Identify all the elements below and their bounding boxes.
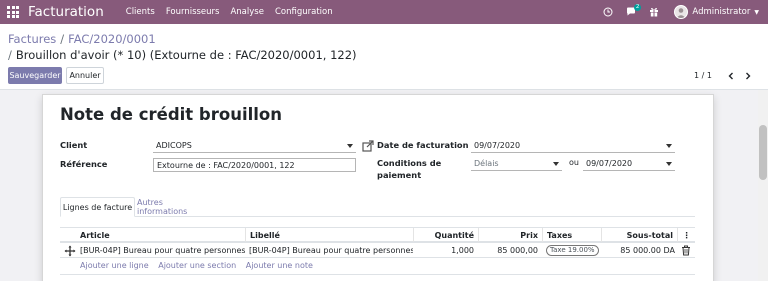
top-navbar: Facturation Clients Fournisseurs Analyse… (0, 0, 768, 24)
add-line-actions: Ajouter une ligne Ajouter une section Aj… (80, 261, 320, 270)
row-label[interactable]: [BUR-04P] Bureau pour quatre personnes (249, 243, 413, 258)
control-panel: Factures / FAC/2020/0001 /Brouillon d'avoi… (0, 24, 768, 90)
breadcrumb-separator: / (8, 48, 12, 62)
row-price[interactable]: 85 000,00 (478, 243, 542, 258)
page-title: Note de crédit brouillon (60, 105, 283, 124)
menu-configuration[interactable]: Configuration (275, 7, 333, 17)
breadcrumb-factures[interactable]: Factures (8, 32, 56, 46)
add-section-link[interactable]: Ajouter une section (158, 261, 236, 270)
col-quantity[interactable]: Quantité (413, 228, 478, 242)
pager-value[interactable]: 1 / 1 (694, 71, 712, 80)
save-button[interactable]: Sauvegarder (8, 67, 62, 84)
col-subtotal[interactable]: Sous-total (601, 228, 677, 242)
col-price[interactable]: Prix (478, 228, 542, 242)
col-taxes[interactable]: Taxes (542, 228, 601, 242)
breadcrumb-invoice[interactable]: FAC/2020/0001 (68, 32, 156, 46)
payment-terms-label: Conditions de paiement (377, 158, 442, 180)
apps-grid-icon[interactable] (7, 6, 20, 19)
tab-invoice-lines[interactable]: Lignes de facture (60, 197, 135, 217)
due-date-field[interactable]: 09/07/2020 (583, 157, 675, 171)
reference-label: Référence (60, 159, 108, 169)
menu-analyse[interactable]: Analyse (230, 7, 263, 17)
col-label[interactable]: Libellé (245, 228, 413, 242)
chat-icon[interactable]: 2 (621, 0, 642, 24)
lines-table-header: Article Libellé Quantité Prix Taxes Sous… (60, 227, 695, 243)
col-article[interactable]: Article (76, 228, 245, 242)
breadcrumb: Factures / FAC/2020/0001 (8, 32, 156, 46)
user-name[interactable]: Administrator (692, 7, 750, 17)
row-quantity[interactable]: 1,000 (413, 243, 478, 258)
payment-terms-field[interactable]: Délais (471, 157, 562, 171)
add-line-link[interactable]: Ajouter une ligne (80, 261, 149, 270)
invoice-date-field[interactable]: 09/07/2020 (471, 139, 675, 153)
trash-icon[interactable] (681, 245, 691, 256)
app-brand[interactable]: Facturation (28, 4, 104, 20)
menu-clients[interactable]: Clients (126, 7, 155, 17)
chat-badge: 2 (633, 4, 642, 11)
row-subtotal: 85 000.00 DA (620, 246, 675, 255)
tab-other-info[interactable]: Autres informations (137, 197, 213, 217)
form-view: Note de crédit brouillon Client ADICOPS … (0, 90, 768, 281)
client-label: Client (60, 140, 88, 150)
add-note-link[interactable]: Ajouter une note (246, 261, 313, 270)
row-article[interactable]: [BUR-04P] Bureau pour quatre personnes (80, 243, 245, 258)
caret-down-icon[interactable]: ▼ (754, 9, 759, 16)
tax-tag: Taxe 19.00% (546, 245, 599, 256)
gift-icon[interactable] (644, 0, 664, 24)
form-sheet: Note de crédit brouillon Client ADICOPS … (42, 94, 714, 281)
optional-columns-icon[interactable]: ⋮ (677, 228, 695, 242)
reference-field[interactable]: Extourne de : FAC/2020/0001, 122 (153, 158, 356, 172)
drag-handle-icon[interactable] (64, 245, 76, 257)
row-taxes[interactable]: Taxe 19.00% (546, 243, 601, 258)
discard-button[interactable]: Annuler (66, 67, 104, 84)
external-link-icon[interactable] (362, 140, 374, 152)
table-bottom-border (60, 274, 695, 275)
client-field[interactable]: ADICOPS (153, 139, 356, 153)
breadcrumb-current: Brouillon d'avoir (* 10) (Extourne de : … (15, 48, 357, 62)
scrollbar-thumb[interactable] (759, 125, 767, 180)
clock-icon[interactable] (598, 0, 618, 24)
avatar-icon[interactable] (674, 5, 689, 19)
table-row[interactable]: [BUR-04P] Bureau pour quatre personnes [… (60, 243, 695, 258)
breadcrumb-current-line: / Brouillon d'avoir (* 10) (Extourne de :… (8, 48, 357, 62)
menu-fournisseurs[interactable]: Fournisseurs (166, 7, 220, 17)
chevron-right-icon[interactable] (740, 67, 756, 84)
navbar-systray: 2 Administrator ▼ (595, 0, 768, 24)
breadcrumb-separator: / (60, 32, 65, 46)
invoice-date-label: Date de facturation (377, 140, 469, 150)
or-label: ou (569, 158, 579, 167)
chevron-left-icon[interactable] (723, 67, 739, 84)
scrollbar[interactable] (758, 90, 768, 281)
